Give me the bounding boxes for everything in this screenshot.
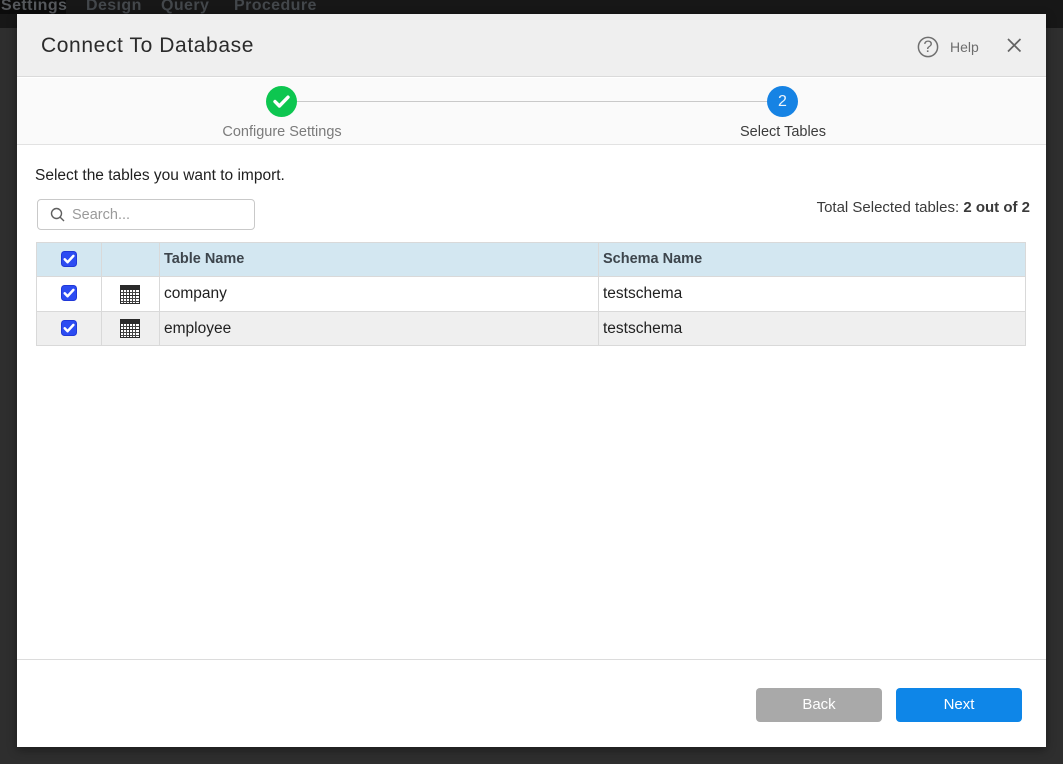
svg-text:?: ?: [923, 38, 932, 56]
